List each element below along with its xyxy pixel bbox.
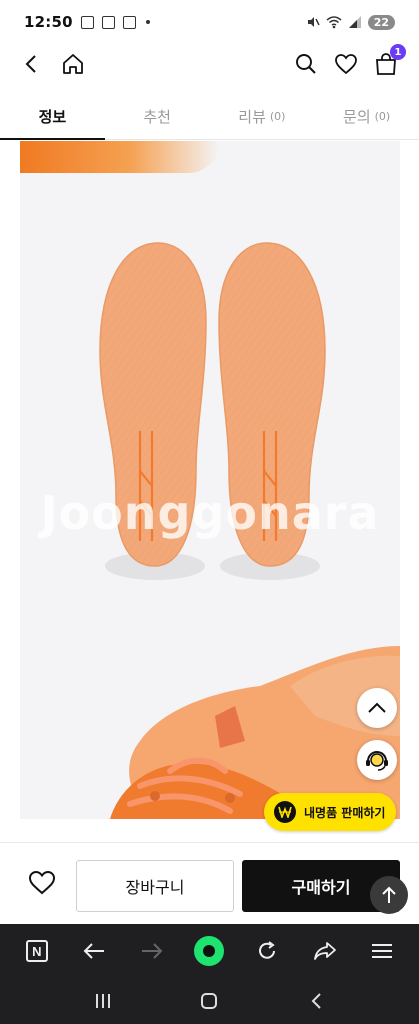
system-back-button[interactable] (296, 981, 336, 1021)
tab-count: (0) (269, 110, 286, 123)
status-bar: 12:50 22 (0, 0, 419, 44)
search-button[interactable] (292, 50, 320, 78)
cart-button[interactable]: 1 (372, 44, 406, 78)
browser-home-button[interactable]: N (17, 931, 57, 971)
arrow-up-icon (382, 886, 396, 903)
sell-button-label: 내명품 판매하기 (304, 805, 386, 820)
refresh-icon (259, 941, 276, 959)
tab-label: 리뷰 (238, 108, 266, 126)
naver-icon: N (25, 940, 48, 962)
sell-luxury-button[interactable]: 내명품 판매하기 (264, 793, 396, 831)
mute-icon (307, 17, 320, 27)
product-image-area: Joonggonara (20, 141, 400, 819)
browser-share-button[interactable] (305, 931, 345, 971)
arrow-right-icon (141, 943, 163, 959)
tab-inquiries[interactable]: 문의 (0) (314, 94, 419, 139)
green-dot-icon (194, 936, 225, 966)
home-button[interactable] (59, 50, 87, 78)
browser-refresh-button[interactable] (247, 931, 287, 971)
status-time: 12:50 (24, 13, 73, 31)
signal-icon (348, 16, 361, 28)
browser-menu-button[interactable] (362, 931, 402, 971)
scroll-up-button[interactable] (357, 688, 397, 728)
home-square-icon (201, 993, 218, 1009)
search-icon (296, 54, 316, 74)
browser-forward-button[interactable] (132, 931, 172, 971)
recent-apps-icon (96, 994, 111, 1008)
tab-label: 추천 (143, 108, 171, 126)
heart-icon (335, 54, 357, 75)
share-icon (313, 942, 336, 960)
chevron-left-icon (25, 55, 36, 73)
product-tabs: 정보 추천 리뷰 (0) 문의 (0) (0, 94, 419, 140)
add-to-cart-button[interactable]: 장바구니 (76, 860, 234, 912)
battery-badge: 22 (367, 14, 395, 30)
recent-apps-button[interactable] (83, 981, 123, 1021)
purchase-action-bar: 장바구니 구매하기 (0, 842, 419, 924)
headset-icon (366, 751, 388, 771)
wishlist-button[interactable] (332, 50, 360, 78)
menu-icon (372, 944, 393, 958)
app-notification-icon (122, 15, 136, 29)
green-dot-button[interactable] (189, 931, 229, 971)
browser-toolbar: N (0, 924, 419, 978)
arrow-left-icon (83, 943, 105, 959)
home-icon (63, 54, 83, 74)
system-nav-bar (0, 978, 419, 1024)
tab-recommend[interactable]: 추천 (105, 94, 210, 139)
tab-label: 문의 (343, 108, 371, 126)
like-button[interactable] (28, 870, 58, 898)
more-notifications-icon (145, 20, 150, 24)
tab-label: 정보 (38, 108, 67, 126)
chevron-left-icon (311, 993, 321, 1009)
wifi-icon (326, 16, 342, 29)
tab-info[interactable]: 정보 (0, 94, 105, 140)
tab-reviews[interactable]: 리뷰 (0) (210, 94, 315, 139)
qr-icon (101, 15, 115, 29)
watermark-text: Joonggonara (40, 486, 380, 540)
scroll-to-top-button[interactable] (370, 876, 408, 914)
back-button[interactable] (18, 50, 46, 78)
screenshot-icon (80, 15, 94, 29)
won-icon (274, 801, 296, 823)
chevron-up-icon (368, 702, 386, 713)
top-nav: 1 (0, 44, 419, 84)
browser-back-button[interactable] (74, 931, 114, 971)
tab-count: (0) (374, 110, 391, 123)
cart-count-badge: 1 (390, 44, 406, 60)
system-home-button[interactable] (189, 981, 229, 1021)
customer-support-button[interactable] (357, 740, 397, 780)
product-image-insoles (99, 242, 326, 580)
heart-icon (28, 870, 56, 895)
app-screen: 12:50 22 1 정보 추천 리뷰 (0) 문의 (0) Joonggona… (0, 0, 419, 1024)
